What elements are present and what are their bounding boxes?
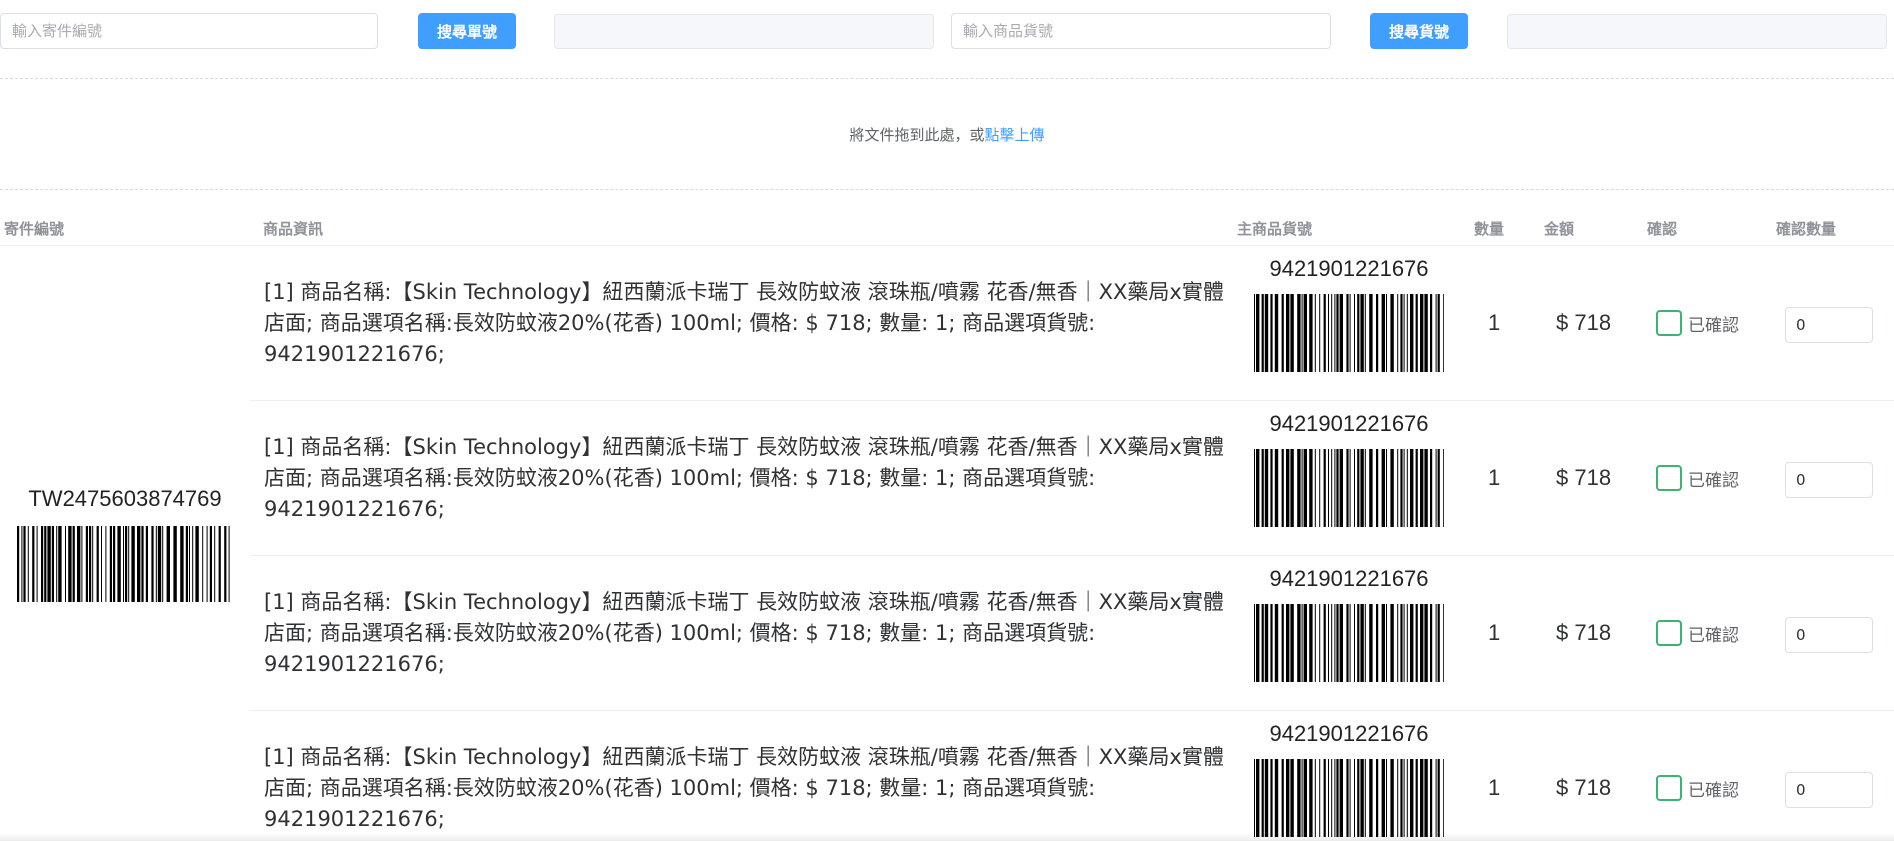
table-row: [1] 商品名稱:【Skin Technology】紐西蘭派卡瑞丁 長效防蚊液 …	[250, 556, 1894, 711]
table-row: [1] 商品名稱:【Skin Technology】紐西蘭派卡瑞丁 長效防蚊液 …	[250, 711, 1894, 841]
quantity: 1	[1488, 775, 1501, 800]
confirm-checkbox[interactable]	[1656, 465, 1682, 491]
confirm-checkbox[interactable]	[1656, 310, 1682, 336]
sku-number: 9421901221676	[1269, 411, 1429, 436]
header-shipment-no: 寄件編號	[4, 220, 65, 238]
shipment-number: TW2475603874769	[28, 485, 222, 511]
header-product-info: 商品資訊	[263, 220, 324, 238]
amount: $ 718	[1556, 620, 1612, 645]
sku-cell: 9421901221676	[1236, 721, 1462, 837]
product-info: [1] 商品名稱:【Skin Technology】紐西蘭派卡瑞丁 長效防蚊液 …	[264, 434, 1224, 521]
header-amount: 金額	[1544, 220, 1575, 238]
search-shipment-button[interactable]: 搜尋單號	[418, 13, 516, 49]
sku-cell: 9421901221676	[1236, 566, 1462, 682]
shipment-barcode	[17, 525, 230, 602]
sku-barcode	[1254, 759, 1444, 837]
quantity: 1	[1488, 310, 1501, 335]
sku-search-input[interactable]	[951, 13, 1331, 49]
confirm-qty-input[interactable]	[1785, 772, 1873, 808]
product-info: [1] 商品名稱:【Skin Technology】紐西蘭派卡瑞丁 長效防蚊液 …	[264, 279, 1224, 366]
sku-result-field	[1507, 14, 1887, 49]
table-header: 寄件編號 商品資訊 主商品貨號 數量 金額 確認 確認數量	[0, 206, 1894, 246]
sku-barcode	[1254, 449, 1444, 527]
quantity: 1	[1488, 465, 1501, 490]
shipment-search-input[interactable]	[0, 13, 378, 49]
table-row: [1] 商品名稱:【Skin Technology】紐西蘭派卡瑞丁 長效防蚊液 …	[250, 401, 1894, 556]
confirm-label: 已確認	[1688, 625, 1739, 646]
sku-number: 9421901221676	[1269, 256, 1429, 281]
upload-hint: 將文件拖到此處，或	[849, 125, 985, 144]
quantity: 1	[1488, 620, 1501, 645]
confirm-qty-input[interactable]	[1785, 307, 1873, 343]
product-info: [1] 商品名稱:【Skin Technology】紐西蘭派卡瑞丁 長效防蚊液 …	[264, 589, 1224, 676]
bottom-shadow	[0, 833, 1894, 841]
header-main-sku: 主商品貨號	[1237, 220, 1313, 238]
sku-barcode	[1254, 294, 1444, 372]
shipment-result-field	[554, 14, 934, 49]
sku-number: 9421901221676	[1269, 721, 1429, 746]
amount: $ 718	[1556, 775, 1612, 800]
confirm-control[interactable]: 已確認	[1656, 556, 1739, 710]
search-sku-button[interactable]: 搜尋貨號	[1370, 13, 1468, 49]
header-confirm: 確認	[1647, 220, 1678, 238]
header-confirm-qty: 確認數量	[1776, 220, 1837, 238]
confirm-label: 已確認	[1688, 780, 1739, 801]
sku-number: 9421901221676	[1269, 566, 1429, 591]
search-bar: 搜尋單號 搜尋貨號	[0, 0, 1894, 62]
upload-dropzone[interactable]: 將文件拖到此處，或 點擊上傳	[0, 78, 1894, 190]
shipment-cell: TW2475603874769	[0, 246, 250, 841]
confirm-control[interactable]: 已確認	[1656, 246, 1739, 400]
sku-cell: 9421901221676	[1236, 411, 1462, 527]
confirm-checkbox[interactable]	[1656, 775, 1682, 801]
header-quantity: 數量	[1474, 220, 1505, 238]
upload-click-link[interactable]: 點擊上傳	[985, 124, 1045, 145]
confirm-checkbox[interactable]	[1656, 620, 1682, 646]
sku-barcode	[1254, 604, 1444, 682]
amount: $ 718	[1556, 310, 1612, 335]
confirm-control[interactable]: 已確認	[1656, 401, 1739, 555]
product-info: [1] 商品名稱:【Skin Technology】紐西蘭派卡瑞丁 長效防蚊液 …	[264, 744, 1224, 831]
table-row: [1] 商品名稱:【Skin Technology】紐西蘭派卡瑞丁 長效防蚊液 …	[250, 246, 1894, 401]
confirm-label: 已確認	[1688, 315, 1739, 336]
amount: $ 718	[1556, 465, 1612, 490]
confirm-qty-input[interactable]	[1785, 462, 1873, 498]
sku-cell: 9421901221676	[1236, 256, 1462, 372]
confirm-qty-input[interactable]	[1785, 617, 1873, 653]
confirm-control[interactable]: 已確認	[1656, 711, 1739, 841]
confirm-label: 已確認	[1688, 470, 1739, 491]
